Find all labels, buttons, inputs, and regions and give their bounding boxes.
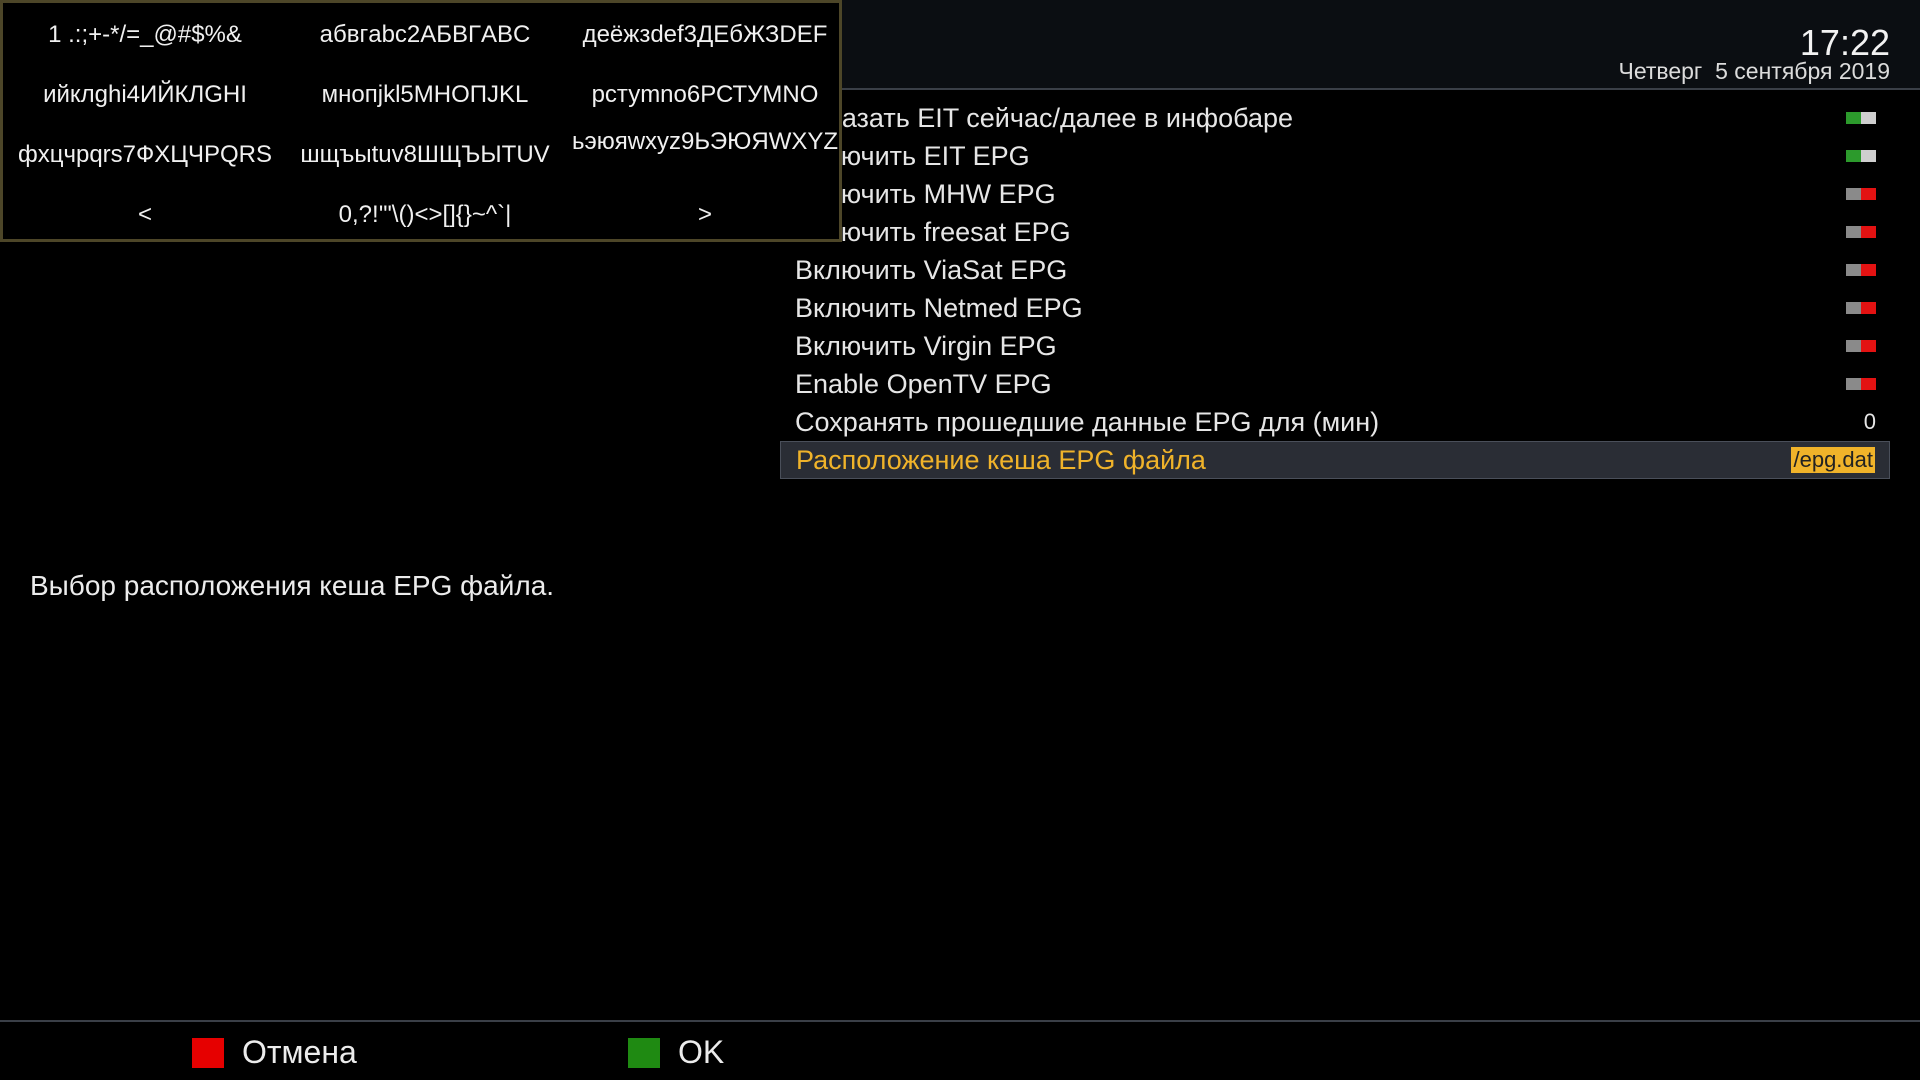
- toggle-off-icon: [1846, 378, 1876, 390]
- setting-row-eit-epg[interactable]: Включить EIT EPG: [780, 137, 1890, 175]
- setting-label: Сохранять прошедшие данные EPG для (мин): [795, 406, 1380, 437]
- ok-button[interactable]: OK: [628, 1034, 724, 1071]
- setting-label: Enable OpenTV EPG: [795, 368, 1052, 399]
- toggle-off-icon: [1846, 302, 1876, 314]
- cancel-label: Отмена: [242, 1034, 357, 1070]
- date: Четверг 5 сентября 2019: [1618, 58, 1891, 84]
- keyboard-key-right[interactable]: >: [565, 201, 845, 228]
- setting-row-viasat-epg[interactable]: Включить ViaSat EPG: [780, 251, 1890, 289]
- keyboard-key[interactable]: рстуmno6РСТУMNO: [565, 81, 845, 108]
- setting-label: Показать EIT сейчас/далее в инфобаре: [795, 102, 1293, 133]
- bottom-bar: Отмена OK: [0, 1020, 1920, 1080]
- setting-label: Расположение кеша EPG файла: [796, 444, 1206, 475]
- toggle-off-icon: [1846, 340, 1876, 352]
- keyboard-key[interactable]: шщъыtuv8ШЩЪЫTUV: [285, 141, 565, 168]
- epg-settings-list: Показать EIT сейчас/далее в инфобаре Вкл…: [780, 99, 1890, 479]
- setting-label: Включить Virgin EPG: [795, 330, 1057, 361]
- keyboard-key[interactable]: мнопjkl5МНОПJKL: [285, 81, 565, 108]
- keyboard-key[interactable]: 1 .:;+-*/=_@#$%&: [5, 21, 285, 48]
- setting-value: 0: [1863, 409, 1876, 434]
- help-text: Выбор расположения кеша EPG файла.: [30, 570, 555, 601]
- setting-row-keep-past-epg[interactable]: Сохранять прошедшие данные EPG для (мин)…: [780, 403, 1890, 441]
- screen: 17:22 Четверг 5 сентября 2019 Показать E…: [0, 0, 1920, 1080]
- setting-row-mhw-epg[interactable]: Включить MHW EPG: [780, 175, 1890, 213]
- setting-row-virgin-epg[interactable]: Включить Virgin EPG: [780, 327, 1890, 365]
- toggle-off-icon: [1846, 226, 1876, 238]
- setting-row-eit-infobar[interactable]: Показать EIT сейчас/далее в инфобаре: [780, 99, 1890, 137]
- virtual-keyboard: 1 .:;+-*/=_@#$%& абвгabc2АБВГABC деёжзde…: [0, 0, 842, 242]
- toggle-off-icon: [1846, 188, 1876, 200]
- epg-cache-path-input[interactable]: /epg.dat: [1791, 447, 1875, 473]
- keyboard-key[interactable]: абвгabc2АБВГABC: [285, 21, 565, 48]
- setting-row-freesat-epg[interactable]: Включить freesat EPG: [780, 213, 1890, 251]
- toggle-off-icon: [1846, 264, 1876, 276]
- keyboard-key[interactable]: деёжзdef3ДЕбЖЗDEF: [565, 21, 845, 48]
- ok-label: OK: [678, 1034, 725, 1070]
- setting-row-opentv-epg[interactable]: Enable OpenTV EPG: [780, 365, 1890, 403]
- keyboard-key-left[interactable]: <: [5, 201, 285, 228]
- setting-row-epg-cache-location[interactable]: Расположение кеша EPG файла /epg.dat: [780, 441, 1890, 479]
- keyboard-key[interactable]: 0,?!'"\()<>[]{}~^`|: [285, 201, 565, 228]
- keyboard-key[interactable]: ийклghi4ИЙКЛGHI: [5, 81, 285, 108]
- keyboard-key[interactable]: ьэюяwxyz9ЬЭЮЯWXYZ: [565, 128, 845, 155]
- red-key-icon: [192, 1037, 224, 1068]
- setting-label: Включить Netmed EPG: [795, 292, 1083, 323]
- keyboard-key[interactable]: фхцчpqrs7ФХЦЧPQRS: [5, 141, 285, 168]
- green-key-icon: [628, 1037, 660, 1068]
- setting-label: Включить ViaSat EPG: [795, 254, 1068, 285]
- setting-row-netmed-epg[interactable]: Включить Netmed EPG: [780, 289, 1890, 327]
- toggle-on-icon: [1846, 150, 1876, 162]
- cancel-button[interactable]: Отмена: [192, 1034, 357, 1071]
- toggle-on-icon: [1846, 112, 1876, 124]
